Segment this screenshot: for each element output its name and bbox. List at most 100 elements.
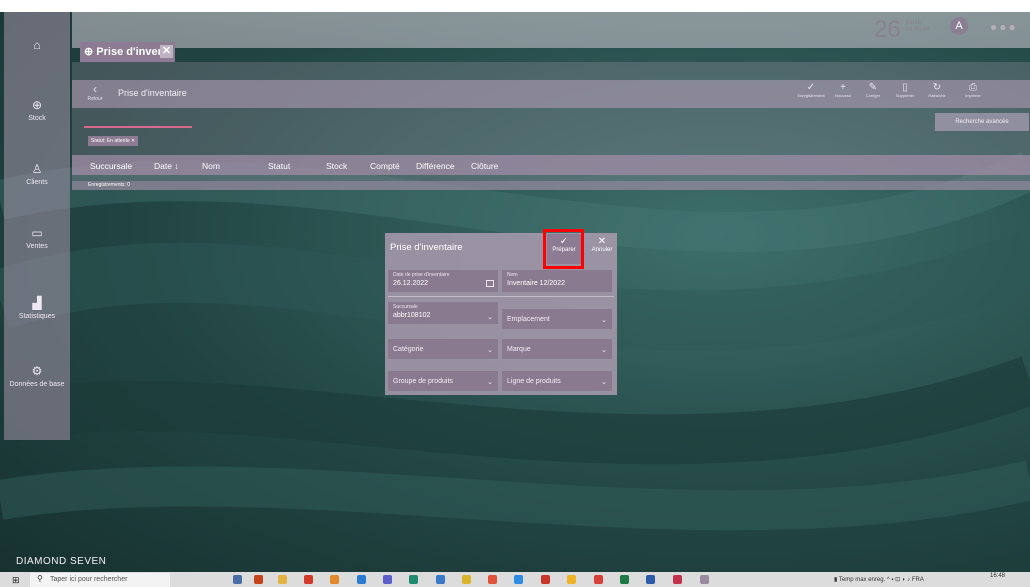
- window-controls-icon[interactable]: ●●●: [990, 20, 1018, 34]
- taskbar-search-input[interactable]: ⚲ Taper ici pour rechercher: [30, 573, 170, 587]
- tab-prise-inventaire[interactable]: ⊕ Prise d'invent ✕: [80, 42, 175, 62]
- app-icon[interactable]: [409, 575, 418, 584]
- print-button[interactable]: ⎙ Imprimer: [958, 82, 988, 106]
- plus-icon: +: [840, 82, 846, 93]
- dialog-title: Prise d'inventaire: [390, 242, 463, 253]
- app-icon[interactable]: [594, 575, 603, 584]
- trash-icon: ▯: [902, 82, 908, 93]
- system-tray[interactable]: ▮ Temp max enreg. ^ ▪ ⊡ ◗ ♪ FRA: [834, 576, 924, 583]
- pdf-icon[interactable]: [541, 575, 550, 584]
- edit-button[interactable]: ✎ Corriger: [858, 82, 888, 106]
- location-select[interactable]: Emplacement ⌄: [502, 309, 612, 329]
- task-view-icon[interactable]: [233, 575, 242, 584]
- chevron-down-icon: ⌄: [601, 379, 607, 386]
- column-header[interactable]: Nom: [202, 161, 220, 171]
- search-icon: ⚲: [37, 574, 43, 583]
- user-avatar[interactable]: A: [950, 17, 968, 35]
- app-icon[interactable]: [254, 575, 263, 584]
- app-icon[interactable]: [304, 575, 313, 584]
- register-icon: ▭: [31, 226, 43, 240]
- brand-select[interactable]: Marque ⌄: [502, 339, 612, 359]
- day-number: 26: [874, 16, 901, 43]
- tab-icon: ⊕: [84, 46, 97, 58]
- app-icon[interactable]: [488, 575, 497, 584]
- sidebar-item-label: Données de base: [9, 381, 65, 388]
- home-icon: ⌂: [33, 38, 41, 52]
- product-group-select[interactable]: Groupe de produits ⌄: [388, 371, 498, 391]
- chevron-down-icon: ⌄: [601, 317, 607, 324]
- name-field[interactable]: Nom Inventaire 12/2022: [502, 270, 612, 292]
- status-filter-chip[interactable]: Statut: En attente ✕: [88, 136, 139, 146]
- refresh-button[interactable]: ↻ Rafraîchir: [922, 82, 952, 106]
- sidebar: ⌂ ⊕ Stock ♙ Clients ▭ Ventes ▟ Statistiq…: [4, 12, 70, 440]
- app-icon[interactable]: [436, 575, 445, 584]
- sidebar-item-stock[interactable]: ⊕ Stock: [4, 98, 70, 158]
- file-explorer-icon[interactable]: [278, 575, 287, 584]
- records-count: Enregistrements: 0: [72, 181, 1030, 190]
- day-text: Lundi 16:48:44: [906, 20, 930, 33]
- new-button[interactable]: + Nouveau: [828, 82, 858, 106]
- chart-icon: ▟: [32, 296, 42, 310]
- pencil-icon: ✎: [868, 82, 878, 93]
- sidebar-item-label: Stock: [28, 115, 46, 122]
- delete-button[interactable]: ▯ Supprimer: [890, 82, 920, 106]
- windows-start-icon[interactable]: ⊞: [12, 575, 20, 586]
- app-icon[interactable]: [357, 575, 366, 584]
- app-icon[interactable]: [700, 575, 709, 584]
- calendar-icon[interactable]: [486, 280, 494, 287]
- app-icon[interactable]: [673, 575, 682, 584]
- check-icon: ✓: [806, 82, 816, 93]
- column-header[interactable]: Statut: [268, 161, 290, 171]
- app-icon[interactable]: [462, 575, 471, 584]
- dialog-divider: [388, 296, 614, 297]
- search-input[interactable]: [84, 126, 192, 128]
- chevron-down-icon: ⌄: [487, 379, 493, 386]
- chevron-down-icon: ⌄: [487, 314, 493, 321]
- column-header[interactable]: Date ↓: [154, 161, 179, 171]
- printer-icon: ⎙: [969, 82, 977, 93]
- app-icon[interactable]: [567, 575, 576, 584]
- sidebar-item-statistiques[interactable]: ▟ Statistiques: [4, 296, 70, 356]
- sidebar-item-label: Ventes: [26, 243, 48, 250]
- chrome-icon[interactable]: [514, 575, 523, 584]
- column-header[interactable]: Compté: [370, 161, 400, 171]
- excel-icon[interactable]: [620, 575, 629, 584]
- tab-label: Prise d'invent: [96, 46, 168, 58]
- chevron-left-icon: ‹: [93, 82, 97, 96]
- advanced-search-button[interactable]: Recherche avancée: [935, 113, 1029, 131]
- sidebar-item-clients[interactable]: ♙ Clients: [4, 162, 70, 222]
- date-field[interactable]: Date de prise d'inventaire 26.12.2022: [388, 270, 498, 292]
- gear-icon: ⚙: [31, 364, 43, 378]
- highlight-box: [543, 229, 584, 269]
- brand-logo: DIAMOND SEVEN: [16, 556, 107, 567]
- taskbar-clock[interactable]: 16:48: [990, 573, 1005, 579]
- top-strip: [0, 0, 1030, 12]
- cancel-button[interactable]: ✕ Annuler: [588, 234, 616, 264]
- app-icon[interactable]: [383, 575, 392, 584]
- refresh-icon: ↻: [932, 82, 942, 93]
- sidebar-item-donnees-de-base[interactable]: ⚙ Données de base: [4, 364, 70, 424]
- column-header[interactable]: Stock: [326, 161, 347, 171]
- chevron-down-icon: ⌄: [487, 347, 493, 354]
- column-header[interactable]: Clôture: [471, 161, 498, 171]
- save-button[interactable]: ✓ Enregistrement: [796, 82, 826, 106]
- sidebar-item-label: Statistiques: [18, 313, 56, 320]
- sidebar-item-label: Clients: [26, 179, 48, 186]
- back-button[interactable]: ‹ Retour: [82, 82, 108, 106]
- tray-icons: ^ ▪ ⊡ ◗ ♪: [886, 577, 912, 583]
- sidebar-item-home[interactable]: ⌂: [4, 38, 70, 98]
- column-header[interactable]: Différence: [416, 161, 455, 171]
- firefox-icon[interactable]: [330, 575, 339, 584]
- category-select[interactable]: Catégorie ⌄: [388, 339, 498, 359]
- branch-select[interactable]: Succursale abbr108102 ⌄: [388, 302, 498, 324]
- word-icon[interactable]: [646, 575, 655, 584]
- page-title: Prise d'inventaire: [118, 88, 187, 98]
- product-line-select[interactable]: Ligne de produits ⌄: [502, 371, 612, 391]
- close-icon[interactable]: ✕: [160, 45, 173, 58]
- person-icon: ♙: [31, 162, 43, 176]
- sidebar-item-ventes[interactable]: ▭ Ventes: [4, 226, 70, 286]
- close-icon: ✕: [597, 236, 607, 247]
- box-icon: ⊕: [31, 98, 43, 112]
- chevron-down-icon: ⌄: [601, 347, 607, 354]
- column-header[interactable]: Succursale: [90, 161, 132, 171]
